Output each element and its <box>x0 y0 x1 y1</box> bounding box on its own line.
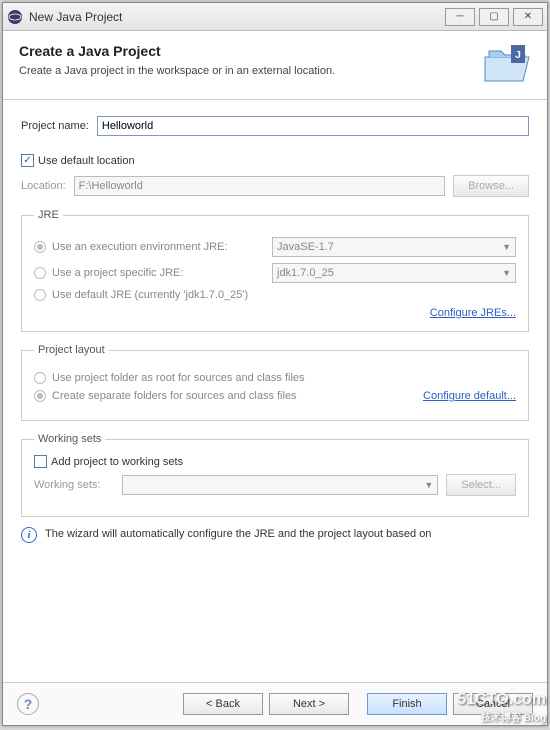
root-folder-label: Use project folder as root for sources a… <box>52 372 305 384</box>
cancel-button[interactable]: Cancel <box>453 693 533 715</box>
jre-legend: JRE <box>34 209 63 221</box>
add-working-sets-checkbox[interactable] <box>34 455 47 468</box>
project-name-input[interactable] <box>97 116 529 136</box>
add-working-sets-label: Add project to working sets <box>51 456 183 468</box>
svg-text:J: J <box>515 50 521 61</box>
maximize-button[interactable]: ▢ <box>479 8 509 26</box>
location-label: Location: <box>21 180 66 192</box>
title-bar[interactable]: New Java Project ─ ▢ ✕ <box>3 3 547 31</box>
project-name-label: Project name: <box>21 120 89 132</box>
info-icon: i <box>21 527 37 543</box>
project-layout-group: Project layout Use project folder as roo… <box>21 344 529 421</box>
default-jre-radio[interactable] <box>34 289 46 301</box>
location-input <box>74 176 445 196</box>
banner: Create a Java Project Create a Java proj… <box>3 31 547 100</box>
working-sets-group: Working sets Add project to working sets… <box>21 433 529 517</box>
separate-folders-label: Create separate folders for sources and … <box>52 390 423 402</box>
chevron-down-icon: ▼ <box>502 242 511 252</box>
project-jre-radio[interactable] <box>34 267 46 279</box>
chevron-down-icon: ▼ <box>502 268 511 278</box>
jre-group: JRE Use an execution environment JRE: Ja… <box>21 209 529 332</box>
use-default-location-label: Use default location <box>38 155 135 167</box>
content-area: Project name: Use default location Locat… <box>3 100 547 682</box>
separate-folders-radio[interactable] <box>34 390 46 402</box>
info-text: The wizard will automatically configure … <box>45 527 431 543</box>
banner-subtitle: Create a Java project in the workspace o… <box>19 65 483 77</box>
folder-java-icon: J <box>483 43 531 85</box>
next-button[interactable]: Next > <box>269 693 349 715</box>
back-button[interactable]: < Back <box>183 693 263 715</box>
project-jre-label: Use a project specific JRE: <box>52 267 272 279</box>
minimize-button[interactable]: ─ <box>445 8 475 26</box>
info-message: i The wizard will automatically configur… <box>21 527 529 543</box>
working-sets-legend: Working sets <box>34 433 105 445</box>
exec-env-radio[interactable] <box>34 241 46 253</box>
exec-env-dropdown[interactable]: JavaSE-1.7▼ <box>272 237 516 257</box>
configure-jres-link[interactable]: Configure JREs... <box>430 307 516 319</box>
working-sets-label: Working sets: <box>34 479 114 491</box>
banner-title: Create a Java Project <box>19 43 483 59</box>
footer: ? < Back Next > Finish Cancel <box>3 682 547 725</box>
select-button: Select... <box>446 474 516 496</box>
help-icon[interactable]: ? <box>17 693 39 715</box>
configure-default-link[interactable]: Configure default... <box>423 390 516 402</box>
chevron-down-icon: ▼ <box>424 480 433 490</box>
window-title: New Java Project <box>29 10 441 24</box>
layout-legend: Project layout <box>34 344 109 356</box>
use-default-location-checkbox[interactable] <box>21 154 34 167</box>
default-jre-label: Use default JRE (currently 'jdk1.7.0_25'… <box>52 289 248 301</box>
exec-env-label: Use an execution environment JRE: <box>52 241 272 253</box>
eclipse-icon <box>7 9 23 25</box>
root-folder-radio[interactable] <box>34 372 46 384</box>
working-sets-dropdown: ▼ <box>122 475 438 495</box>
dialog-window: New Java Project ─ ▢ ✕ Create a Java Pro… <box>2 2 548 726</box>
finish-button[interactable]: Finish <box>367 693 447 715</box>
browse-button: Browse... <box>453 175 529 197</box>
project-jre-dropdown: jdk1.7.0_25▼ <box>272 263 516 283</box>
close-button[interactable]: ✕ <box>513 8 543 26</box>
